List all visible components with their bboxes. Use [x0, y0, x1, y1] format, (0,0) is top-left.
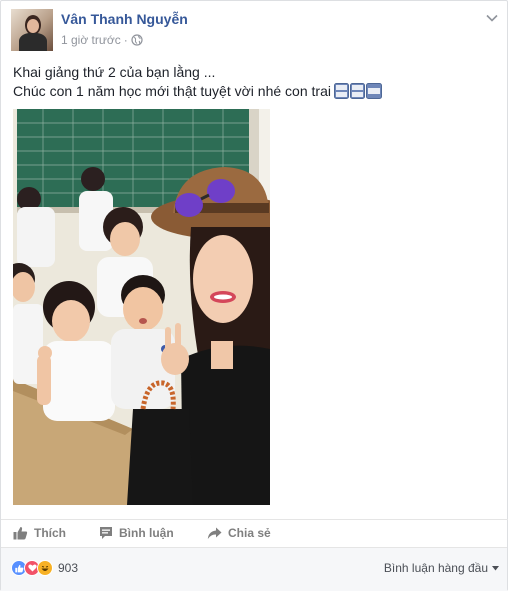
post-text-line-1: Khai giảng thứ 2 của bạn lằng ... [13, 64, 216, 80]
like-button[interactable]: Thích [13, 526, 66, 540]
post-photo[interactable] [13, 109, 270, 505]
sort-label: Bình luận hàng đầu [383, 561, 488, 575]
chevron-down-icon[interactable] [485, 11, 499, 25]
abcd-emoji-icon [333, 83, 382, 99]
reaction-summary[interactable]: 903 [11, 560, 78, 576]
comment-button[interactable]: Bình luận [99, 526, 174, 540]
comment-icon [100, 527, 112, 539]
thumbs-up-icon [13, 527, 28, 540]
share-button[interactable]: Chia sẻ [207, 526, 271, 540]
meta-separator: · [123, 33, 128, 47]
post-meta: 1 giờ trước · [61, 33, 143, 47]
reaction-count: 903 [58, 561, 79, 575]
like-label: Thích [34, 526, 66, 540]
reactions-bar: 903 Bình luận hàng đầu [1, 547, 507, 591]
post-actions: Thích Bình luận Chia sẻ [1, 519, 508, 547]
author-name[interactable]: Vân Thanh Nguyễn [61, 11, 188, 27]
haha-reaction-icon [37, 560, 53, 576]
comment-label: Bình luận [119, 526, 174, 540]
share-label: Chia sẻ [228, 526, 271, 540]
post-text-line-2-wrap: Chúc con 1 năm học mới thật tuyệt vời nh… [13, 82, 493, 101]
post-text-line-2: Chúc con 1 năm học mới thật tuyệt vời nh… [13, 83, 331, 99]
globe-icon[interactable] [131, 34, 143, 46]
caret-down-icon [492, 565, 499, 570]
post-header: Vân Thanh Nguyễn 1 giờ trước · [11, 9, 501, 51]
comment-sort-dropdown[interactable]: Bình luận hàng đầu [384, 561, 499, 575]
post-text: Khai giảng thứ 2 của bạn lằng ... Chúc c… [13, 63, 493, 101]
timestamp[interactable]: 1 giờ trước [61, 33, 121, 47]
share-icon [207, 527, 222, 539]
post-card: Vân Thanh Nguyễn 1 giờ trước · Khai giản… [0, 0, 508, 591]
avatar[interactable] [11, 9, 53, 51]
